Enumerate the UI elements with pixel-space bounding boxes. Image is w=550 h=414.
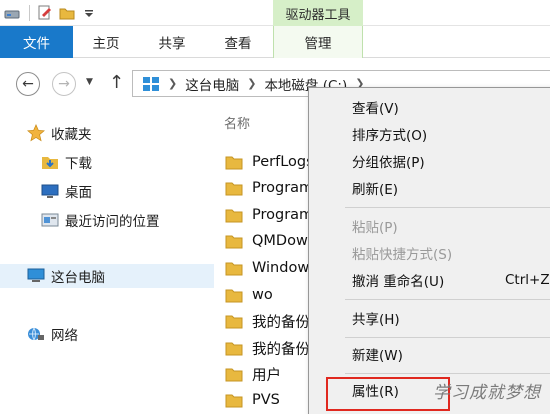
nav-item-favorites[interactable]: 收藏夹 xyxy=(26,121,92,145)
menu-item-label: 新建(W) xyxy=(352,348,403,364)
breadcrumb-chevron-icon[interactable]: ❯ xyxy=(247,77,256,90)
up-button[interactable]: ↑ xyxy=(109,72,124,93)
menu-item-label: 撤消 重命名(U) xyxy=(352,274,445,290)
nav-item-network[interactable]: 网络 xyxy=(26,322,78,346)
menu-separator xyxy=(345,299,550,300)
menu-separator xyxy=(345,373,550,374)
nav-item-recent-places[interactable]: 最近访问的位置 xyxy=(40,208,160,232)
context-menu: 查看(V) 排序方式(O) 分组依据(P) 刷新(E) 粘贴(P) 粘贴快捷方式… xyxy=(308,87,550,414)
menu-item-label: 共享(H) xyxy=(352,312,400,328)
desktop-icon xyxy=(40,181,60,201)
menu-item-label: 粘贴(P) xyxy=(352,220,398,236)
file-name: wo xyxy=(252,287,273,303)
watermark: 学习成就梦想 xyxy=(433,383,541,403)
menu-item-group-by[interactable]: 分组依据(P) xyxy=(309,148,550,174)
arrow-left-icon: ← xyxy=(22,76,34,92)
properties-icon[interactable] xyxy=(35,3,55,23)
download-folder-icon xyxy=(40,152,60,172)
arrow-right-icon: → xyxy=(58,76,70,92)
folder-icon xyxy=(224,258,244,278)
folder-icon xyxy=(224,364,244,384)
drive-tools-context-tab: 驱动器工具 xyxy=(273,0,363,26)
nav-item-this-pc[interactable]: 这台电脑 xyxy=(0,264,214,288)
menu-item-label: 分组依据(P) xyxy=(352,155,425,171)
menu-item-sort-by[interactable]: 排序方式(O) xyxy=(309,121,550,147)
file-name: 我的备份 xyxy=(252,341,310,358)
tab-share[interactable]: 共享 xyxy=(139,26,205,58)
menu-item-view[interactable]: 查看(V) xyxy=(309,94,550,120)
drive-icon xyxy=(2,3,22,23)
recent-locations-dropdown-icon[interactable]: ▼ xyxy=(86,77,93,87)
column-header-name[interactable]: 名称 xyxy=(224,113,250,132)
menu-item-shortcut: Ctrl+Z xyxy=(505,272,550,288)
file-name: PerfLogs xyxy=(252,154,314,170)
nav-label: 这台电脑 xyxy=(51,270,105,286)
nav-label: 桌面 xyxy=(65,185,92,201)
menu-item-undo-rename[interactable]: 撤消 重命名(U) Ctrl+Z xyxy=(309,267,550,293)
file-name: Program xyxy=(252,180,314,196)
folder-icon xyxy=(224,338,244,358)
breadcrumb-chevron-icon[interactable]: ❯ xyxy=(168,77,177,90)
nav-item-desktop[interactable]: 桌面 xyxy=(40,179,92,203)
file-name: PVS xyxy=(252,392,280,408)
computer-icon xyxy=(26,266,46,286)
recent-places-icon xyxy=(40,210,60,230)
new-folder-icon[interactable] xyxy=(57,3,77,23)
breadcrumb-this-pc[interactable]: 这台电脑 xyxy=(185,74,239,94)
ribbon-tabs: 文件 主页 共享 查看 管理 xyxy=(0,26,550,58)
tab-file[interactable]: 文件 xyxy=(0,26,73,58)
folder-icon xyxy=(224,231,244,251)
folder-icon xyxy=(224,178,244,198)
menu-item-label: 刷新(E) xyxy=(352,182,399,198)
menu-item-paste-shortcut: 粘贴快捷方式(S) xyxy=(309,240,550,266)
menu-item-paste: 粘贴(P) xyxy=(309,213,550,239)
back-button[interactable]: ← xyxy=(16,72,40,96)
file-name: Program xyxy=(252,207,314,223)
menu-item-refresh[interactable]: 刷新(E) xyxy=(309,175,550,201)
menu-item-label: 查看(V) xyxy=(352,101,399,117)
toolbar-separator xyxy=(29,5,30,21)
menu-separator xyxy=(345,207,550,208)
nav-label: 网络 xyxy=(51,328,78,344)
menu-item-new[interactable]: 新建(W) xyxy=(309,341,550,367)
forward-button[interactable]: → xyxy=(52,72,76,96)
menu-item-share[interactable]: 共享(H) xyxy=(309,305,550,331)
title-bar: 驱动器工具 xyxy=(0,0,550,26)
folder-icon xyxy=(224,152,244,172)
file-name: Window xyxy=(252,260,310,276)
nav-item-downloads[interactable]: 下载 xyxy=(40,150,92,174)
file-name: 我的备份 xyxy=(252,314,310,331)
nav-label: 收藏夹 xyxy=(51,127,92,143)
file-name: 用户 xyxy=(252,367,281,384)
customize-dropdown-icon[interactable] xyxy=(79,3,99,23)
menu-item-label: 粘贴快捷方式(S) xyxy=(352,247,453,263)
tab-manage[interactable]: 管理 xyxy=(273,26,363,58)
nav-label: 最近访问的位置 xyxy=(65,214,160,230)
quick-access-toolbar xyxy=(2,3,101,23)
computer-icon xyxy=(142,76,160,92)
nav-label: 下载 xyxy=(65,156,92,172)
folder-icon xyxy=(224,285,244,305)
network-icon xyxy=(26,324,46,344)
folder-icon xyxy=(224,311,244,331)
file-name: QMDow xyxy=(252,233,308,249)
folder-icon xyxy=(224,205,244,225)
navigation-pane: 收藏夹 下载 桌面 最近访问的位置 这台电脑 网络 xyxy=(0,104,214,414)
folder-icon xyxy=(224,390,244,410)
tab-home[interactable]: 主页 xyxy=(73,26,139,58)
star-icon xyxy=(26,123,46,143)
menu-separator xyxy=(345,337,550,338)
highlight-box xyxy=(326,377,450,411)
menu-item-label: 排序方式(O) xyxy=(352,128,428,144)
tab-view[interactable]: 查看 xyxy=(205,26,271,58)
